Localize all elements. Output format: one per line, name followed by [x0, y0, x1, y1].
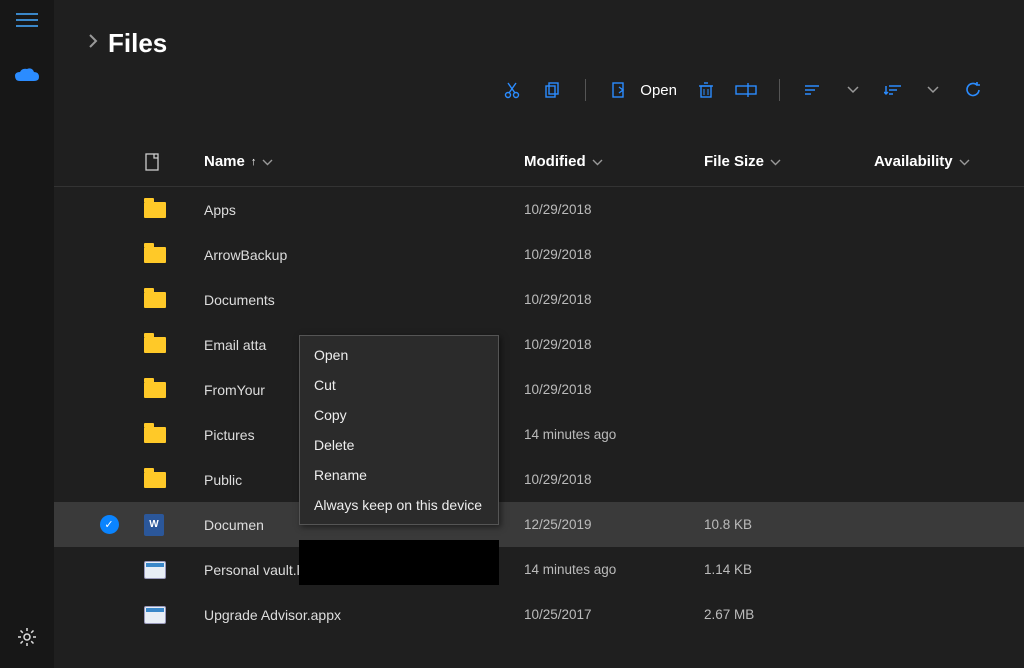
context-menu-item[interactable]: Cut	[300, 370, 498, 400]
table-row[interactable]: ArrowBackup10/29/2018	[54, 232, 1024, 277]
table-row[interactable]: Documents10/29/2018	[54, 277, 1024, 322]
file-size: 2.67 MB	[704, 607, 874, 622]
chevron-down-icon[interactable]	[592, 155, 603, 169]
file-modified: 10/29/2018	[524, 202, 704, 217]
folder-icon	[144, 292, 166, 308]
column-select-icon[interactable]	[144, 152, 204, 172]
folder-icon	[144, 382, 166, 398]
delete-icon[interactable]	[695, 79, 717, 101]
breadcrumb: Files	[54, 28, 1024, 59]
table-row[interactable]: Public10/29/2018	[54, 457, 1024, 502]
toolbar: Open	[54, 59, 1024, 107]
appx-icon	[144, 606, 166, 624]
context-menu-item[interactable]: Always keep on this device	[300, 490, 498, 520]
file-size: 1.14 KB	[704, 562, 874, 577]
sort-icon[interactable]	[802, 79, 824, 101]
context-menu-item[interactable]: Copy	[300, 400, 498, 430]
main-panel: Files Open	[54, 0, 1024, 668]
context-menu-item[interactable]: Delete	[300, 430, 498, 460]
file-modified: 12/25/2019	[524, 517, 704, 532]
table-row[interactable]: FromYour10/29/2018	[54, 367, 1024, 412]
chevron-down-icon[interactable]	[922, 79, 944, 101]
context-menu: OpenCutCopyDeleteRenameAlways keep on th…	[299, 335, 499, 525]
shortcut-icon	[144, 561, 166, 579]
file-size: 10.8 KB	[704, 517, 874, 532]
settings-icon[interactable]	[17, 627, 37, 652]
table-row[interactable]: Pictures14 minutes ago	[54, 412, 1024, 457]
table-row[interactable]: Personal vault.lnk14 minutes ago1.14 KB	[54, 547, 1024, 592]
check-icon[interactable]: ✓	[100, 515, 119, 534]
rename-icon[interactable]	[735, 79, 757, 101]
table-row[interactable]: ✓WDocumen12/25/201910.8 KB	[54, 502, 1024, 547]
folder-icon	[144, 427, 166, 443]
column-name-label: Name	[204, 153, 245, 170]
context-menu-overflow	[299, 540, 499, 585]
file-name: Upgrade Advisor.appx	[204, 607, 524, 623]
file-name: Apps	[204, 202, 524, 218]
file-modified: 14 minutes ago	[524, 427, 704, 442]
open-button-label[interactable]: Open	[640, 82, 677, 99]
file-modified: 10/29/2018	[524, 247, 704, 262]
chevron-down-icon[interactable]	[959, 155, 970, 169]
file-modified: 10/29/2018	[524, 382, 704, 397]
word-doc-icon: W	[144, 514, 164, 536]
separator	[779, 79, 780, 101]
chevron-down-icon[interactable]	[770, 155, 781, 169]
folder-icon	[144, 472, 166, 488]
separator	[585, 79, 586, 101]
file-modified: 10/25/2017	[524, 607, 704, 622]
column-name[interactable]: Name ↑	[204, 153, 524, 170]
page-title: Files	[108, 28, 167, 59]
file-modified: 10/29/2018	[524, 292, 704, 307]
file-table: Name ↑ Modified File Size Availability	[54, 137, 1024, 637]
cut-icon[interactable]	[501, 79, 523, 101]
column-modified-label: Modified	[524, 153, 586, 170]
folder-icon	[144, 247, 166, 263]
sort-asc-icon: ↑	[251, 156, 257, 168]
folder-icon	[144, 202, 166, 218]
sidebar	[0, 0, 54, 668]
column-availability-label: Availability	[874, 153, 953, 170]
table-header: Name ↑ Modified File Size Availability	[54, 137, 1024, 187]
copy-icon[interactable]	[541, 79, 563, 101]
column-filesize-label: File Size	[704, 153, 764, 170]
context-menu-item[interactable]: Open	[300, 340, 498, 370]
sort-order-icon[interactable]	[882, 79, 904, 101]
column-availability[interactable]: Availability	[874, 153, 1024, 170]
chevron-right-icon[interactable]	[88, 33, 98, 54]
table-row[interactable]: Email atta10/29/2018	[54, 322, 1024, 367]
chevron-down-icon[interactable]	[842, 79, 864, 101]
file-modified: 14 minutes ago	[524, 562, 704, 577]
file-name: Documents	[204, 292, 524, 308]
file-name: ArrowBackup	[204, 247, 524, 263]
refresh-icon[interactable]	[962, 79, 984, 101]
file-modified: 10/29/2018	[524, 472, 704, 487]
column-modified[interactable]: Modified	[524, 153, 704, 170]
column-filesize[interactable]: File Size	[704, 153, 874, 170]
chevron-down-icon[interactable]	[262, 155, 273, 169]
context-menu-item[interactable]: Rename	[300, 460, 498, 490]
file-modified: 10/29/2018	[524, 337, 704, 352]
menu-icon[interactable]	[16, 12, 38, 33]
open-icon[interactable]	[608, 79, 630, 101]
table-row[interactable]: Upgrade Advisor.appx10/25/20172.67 MB	[54, 592, 1024, 637]
folder-icon	[144, 337, 166, 353]
onedrive-icon[interactable]	[14, 67, 40, 90]
table-row[interactable]: Apps10/29/2018	[54, 187, 1024, 232]
